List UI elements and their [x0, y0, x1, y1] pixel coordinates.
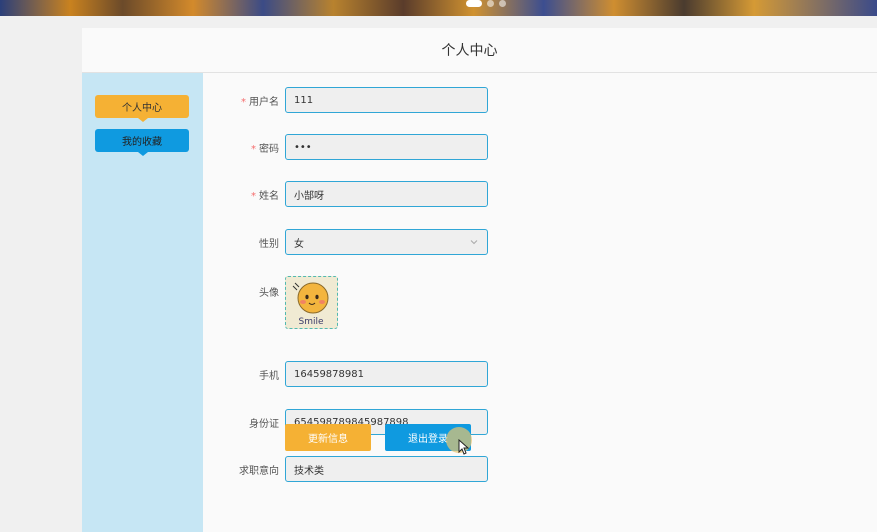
carousel-dot-2[interactable] — [487, 0, 494, 7]
gender-label-text: 性别 — [259, 238, 279, 250]
phone-label-text: 手机 — [259, 370, 279, 382]
sidebar-item-label: 个人中心 — [122, 103, 162, 114]
sidebar-item-favorites[interactable]: 我的收藏 — [95, 129, 189, 156]
sidebar: 个人中心 我的收藏 — [82, 73, 203, 532]
name-value: 小郜呀 — [294, 190, 324, 202]
phone-row: 手机 16459878981 — [203, 361, 488, 387]
required-star: * — [251, 143, 256, 155]
password-label: * 密码 — [203, 140, 285, 155]
avatar-upload[interactable]: Smile — [285, 276, 338, 329]
page-header: 个人中心 — [82, 28, 877, 73]
carousel-indicators — [466, 0, 511, 7]
gender-select[interactable]: 女 — [285, 229, 488, 255]
username-value: 111 — [294, 94, 314, 106]
username-label-text: 用户名 — [249, 96, 279, 108]
password-value: ••• — [294, 141, 312, 153]
job-intent-row: 求职意向 技术类 — [203, 456, 488, 482]
avatar-label: 头像 — [203, 276, 285, 299]
phone-label: 手机 — [203, 367, 285, 382]
phone-input[interactable]: 16459878981 — [285, 361, 488, 387]
avatar-row: 头像 Smile — [203, 276, 338, 331]
smile-avatar-image: Smile — [292, 282, 329, 327]
id-card-label: 身份证 — [203, 415, 285, 430]
id-card-label-text: 身份证 — [249, 418, 279, 430]
gender-row: 性别 女 — [203, 229, 488, 255]
name-input[interactable]: 小郜呀 — [285, 181, 488, 207]
update-info-button[interactable]: 更新信息 — [285, 424, 371, 451]
job-intent-label: 求职意向 — [203, 462, 285, 477]
required-star: * — [251, 190, 256, 202]
sidebar-item-label: 我的收藏 — [122, 137, 162, 148]
main-panel: 个人中心 我的收藏 * 用户名 111 * 密码 ••• * 姓名 小郜呀 性别… — [82, 73, 877, 532]
name-row: * 姓名 小郜呀 — [203, 181, 488, 207]
username-input[interactable]: 111 — [285, 87, 488, 113]
mouse-pointer-icon — [458, 439, 470, 455]
smile-logo-text: Smile — [298, 317, 323, 327]
top-banner-strip — [0, 0, 877, 16]
password-input[interactable]: ••• — [285, 134, 488, 160]
job-intent-value: 技术类 — [294, 465, 324, 477]
carousel-dot-1[interactable] — [466, 0, 482, 7]
avatar-label-text: 头像 — [259, 288, 279, 299]
chevron-down-icon — [470, 240, 478, 245]
name-label: * 姓名 — [203, 187, 285, 202]
phone-value: 16459878981 — [294, 368, 364, 380]
page-title: 个人中心 — [441, 43, 498, 59]
name-label-text: 姓名 — [259, 190, 279, 202]
page: 个人中心 个人中心 我的收藏 * 用户名 111 * 密码 ••• * 姓名 小… — [0, 0, 877, 532]
gender-label: 性别 — [203, 235, 285, 250]
gender-value: 女 — [294, 238, 304, 250]
carousel-dot-3[interactable] — [499, 0, 506, 7]
password-row: * 密码 ••• — [203, 134, 488, 160]
username-label: * 用户名 — [203, 93, 285, 108]
sidebar-item-profile[interactable]: 个人中心 — [95, 95, 189, 122]
password-label-text: 密码 — [259, 143, 279, 155]
job-intent-input[interactable]: 技术类 — [285, 456, 488, 482]
job-intent-label-text: 求职意向 — [239, 465, 279, 477]
required-star: * — [241, 96, 246, 108]
username-row: * 用户名 111 — [203, 87, 488, 113]
